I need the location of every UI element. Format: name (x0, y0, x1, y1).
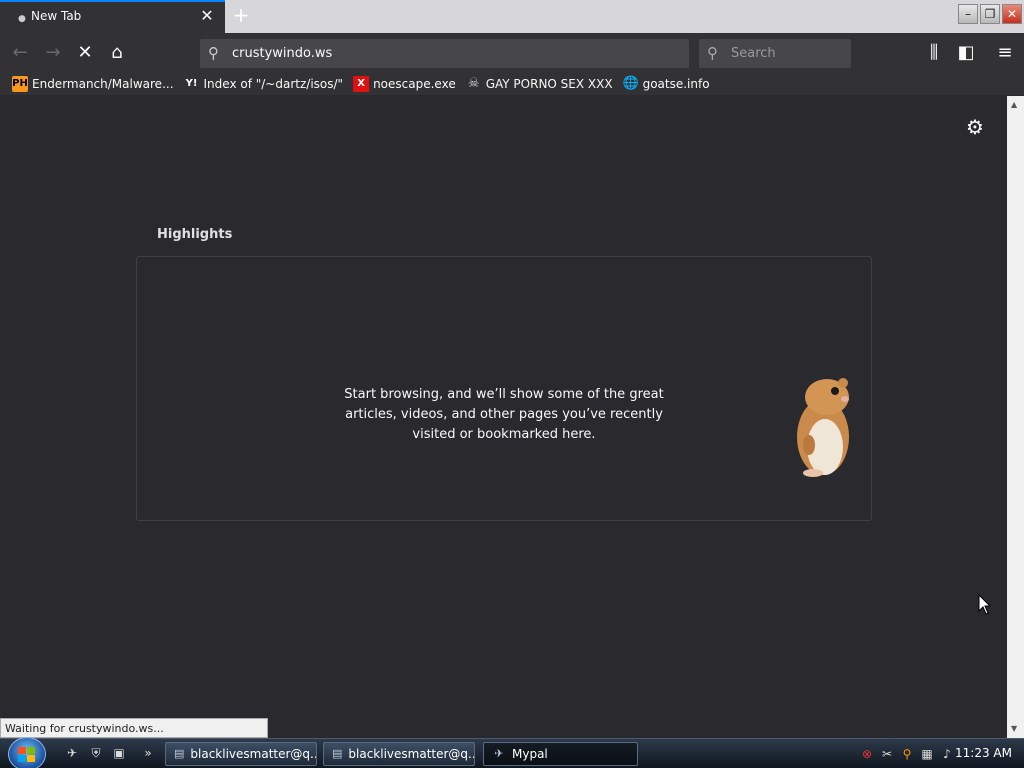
start-button[interactable] (8, 737, 46, 768)
mouse-cursor-icon (978, 594, 992, 615)
bookmark-item[interactable]: PH Endermanch/Malware... (12, 76, 174, 92)
minimize-button[interactable]: – (958, 4, 978, 24)
bookmark-item[interactable]: X noescape.exe (353, 76, 456, 92)
clock[interactable]: 11:23 AM (955, 746, 1012, 760)
search-input[interactable]: ⚲ Search (699, 39, 851, 68)
yp-icon: Y! (185, 78, 198, 89)
search-placeholder: Search (731, 46, 776, 61)
scroll-up-icon[interactable]: ▲ (1011, 100, 1017, 109)
app-icon: ▤ (332, 747, 343, 760)
quicklaunch-browser-icon[interactable]: ✈ (64, 745, 80, 761)
bookmark-item[interactable]: ☠ GAY PORNO SEX XXX (466, 76, 613, 92)
x-icon: X (353, 76, 370, 92)
bookmark-item[interactable]: 🌐 goatse.info (623, 76, 710, 92)
taskbar-item[interactable]: ▤ blacklivesmatter@q... (323, 742, 475, 766)
scroll-down-icon[interactable]: ▼ (1011, 724, 1017, 733)
status-bar: Waiting for crustywindo.ws... (0, 718, 268, 738)
taskbar: ✈ ⛨ ▣ » ▤ blacklivesmatter@q... ▤ blackl… (0, 737, 1024, 768)
search-icon: ⚲ (208, 44, 219, 62)
library-icon[interactable]: ⫼ (922, 41, 946, 65)
navigation-toolbar: ← → ✕ ⌂ ⚲ crustywindo.ws ⚲ Search ⫼ ◧ ≡ (0, 33, 1024, 73)
tab-close-icon[interactable]: ✕ (199, 8, 215, 24)
bookmark-item[interactable]: Y! Index of "/~dartz/isos/" (184, 76, 344, 92)
bookmark-label: goatse.info (642, 77, 710, 91)
highlights-panel: Start browsing, and we’ll show some of t… (136, 256, 872, 521)
quicklaunch-more-icon[interactable]: » (140, 745, 156, 761)
tab-new-tab[interactable]: ● New Tab ✕ (0, 0, 225, 33)
gear-icon[interactable]: ⚙ (966, 115, 984, 139)
new-tab-page: ⚙ Highlights Start browsing, and we’ll s… (0, 96, 1007, 738)
highlights-heading: Highlights (157, 227, 233, 242)
bookmarks-toolbar: PH Endermanch/Malware... Y! Index of "/~… (0, 73, 1024, 95)
menu-icon[interactable]: ≡ (993, 41, 1017, 65)
url-text: crustywindo.ws (232, 46, 333, 61)
loading-dot-icon: ● (18, 14, 26, 24)
bookmark-label: noescape.exe (373, 77, 456, 91)
error-icon[interactable]: ⊗ (859, 746, 875, 762)
back-icon[interactable]: ← (8, 41, 32, 65)
network-icon[interactable]: ▦ (919, 746, 935, 762)
restore-button[interactable]: ❐ (980, 4, 1000, 24)
taskbar-item[interactable]: ✈ Mypal (483, 742, 638, 766)
bookmark-label: Endermanch/Malware... (32, 77, 174, 91)
quicklaunch-shield-icon[interactable]: ⛨ (88, 745, 104, 761)
bookmark-label: Index of "/~dartz/isos/" (203, 77, 344, 91)
stop-icon[interactable]: ✕ (73, 41, 97, 65)
taskbar-item-label: Mypal (512, 747, 548, 761)
window-controls: – ❐ ✕ (958, 4, 1022, 24)
mypal-icon: ✈ (494, 747, 504, 760)
app-icon: ▤ (174, 747, 185, 760)
tools-icon[interactable]: ✂ (879, 746, 895, 762)
new-tab-button[interactable]: + (230, 4, 252, 26)
ph-icon: PH (12, 76, 28, 92)
vertical-scrollbar[interactable]: ▲ ▼ (1007, 96, 1024, 738)
taskbar-item-label: blacklivesmatter@q... (348, 747, 475, 761)
skull-icon: ☠ (467, 76, 480, 91)
windows-logo-icon (18, 747, 35, 762)
search-icon: ⚲ (707, 44, 718, 62)
hamster-illustration (797, 378, 849, 477)
sidebar-icon[interactable]: ◧ (954, 41, 978, 65)
quicklaunch-desktop-icon[interactable]: ▣ (111, 745, 127, 761)
tab-title: New Tab (31, 9, 82, 23)
taskbar-item-label: blacklivesmatter@q... (190, 747, 317, 761)
screen: ● New Tab ✕ + – ❐ ✕ ← → ✕ ⌂ ⚲ crustywind… (0, 0, 1024, 768)
forward-icon[interactable]: → (41, 41, 65, 65)
bookmark-label: GAY PORNO SEX XXX (485, 77, 613, 91)
taskbar-item[interactable]: ▤ blacklivesmatter@q... (165, 742, 317, 766)
close-window-button[interactable]: ✕ (1002, 4, 1022, 24)
globe-icon: 🌐 (622, 76, 639, 91)
home-icon[interactable]: ⌂ (105, 41, 129, 65)
url-bar[interactable]: ⚲ crustywindo.ws (200, 39, 689, 68)
magnifier-icon[interactable]: ⚲ (899, 746, 915, 762)
highlights-empty-message: Start browsing, and we’ll show some of t… (344, 387, 664, 442)
tab-strip: ● New Tab ✕ + – ❐ ✕ (0, 0, 1024, 33)
volume-icon[interactable]: ♪ (939, 746, 955, 762)
